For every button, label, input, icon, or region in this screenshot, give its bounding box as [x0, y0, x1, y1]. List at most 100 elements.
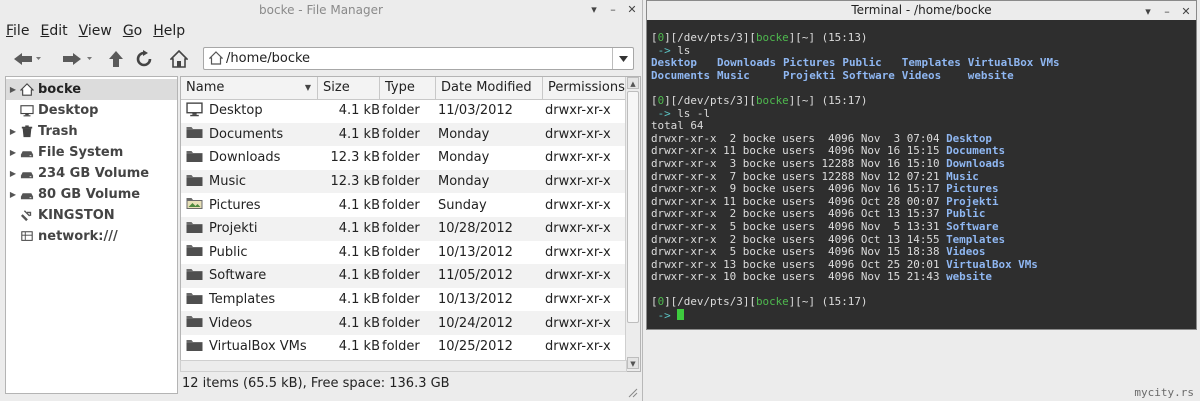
- expander-arrow-icon[interactable]: ▶: [7, 127, 19, 136]
- expander-arrow-icon[interactable]: ▶: [7, 148, 19, 157]
- file-icon: [185, 172, 204, 192]
- home-icon: [20, 83, 34, 96]
- window-menu-icon[interactable]: ▾: [1142, 2, 1154, 21]
- status-bar: 12 items (65.5 kB), Free space: 136.3 GB: [182, 376, 450, 391]
- reload-button[interactable]: [133, 47, 155, 71]
- terminal-title: Terminal - /home/bocke: [851, 3, 992, 17]
- window-titlebar[interactable]: bocke - File Manager ▾ – ✕: [0, 0, 642, 20]
- sidebar-item-bocke[interactable]: ▶ bocke: [6, 79, 177, 100]
- expander-arrow-icon[interactable]: ▶: [7, 190, 19, 199]
- sidebar-item-network[interactable]: network:///: [6, 226, 177, 247]
- usb-icon: [20, 210, 32, 222]
- file-permissions: drwxr-xr-x: [545, 174, 611, 190]
- folder-icon: [186, 174, 203, 186]
- vertical-scrollbar[interactable]: ▲ ▼: [625, 77, 640, 371]
- file-date: Sunday: [438, 197, 487, 213]
- expander-arrow-icon[interactable]: ▶: [7, 85, 19, 94]
- address-dropdown-button[interactable]: [612, 48, 633, 69]
- entry-meta: drwxr-xr-x 11 bocke users 4096 Nov 16 15…: [651, 144, 940, 158]
- prompt-bracket: ]: [808, 295, 822, 309]
- file-row[interactable]: Public 4.1 kB folder 10/13/2012 drwxr-xr-x: [181, 241, 626, 265]
- minimize-icon[interactable]: –: [607, 0, 619, 20]
- up-button[interactable]: [106, 47, 126, 71]
- menu-edit[interactable]: Edit: [40, 23, 67, 39]
- scroll-up-icon[interactable]: ▲: [627, 77, 639, 89]
- horizontal-scrollbar[interactable]: [180, 360, 627, 372]
- sidebar-item-234-gb-volume[interactable]: ▶ 234 GB Volume: [6, 163, 177, 184]
- sidebar-item-file-system[interactable]: ▶ File System: [6, 142, 177, 163]
- column-header-type[interactable]: Type: [380, 77, 436, 99]
- file-row[interactable]: Downloads 12.3 kB folder Monday drwxr-xr-x: [181, 146, 626, 170]
- sidebar-item-80-gb-volume[interactable]: ▶ 80 GB Volume: [6, 184, 177, 205]
- file-row[interactable]: Music 12.3 kB folder Monday drwxr-xr-x: [181, 169, 626, 194]
- folder-icon: [186, 268, 203, 280]
- window-menu-icon[interactable]: ▾: [588, 0, 600, 20]
- expander-arrow-icon[interactable]: ▶: [7, 169, 19, 178]
- address-bar[interactable]: /home/bocke: [203, 47, 634, 70]
- file-row[interactable]: Projekti 4.1 kB folder 10/28/2012 drwxr-xr-x: [181, 217, 626, 241]
- places-sidebar: ▶ bocke Desktop ▶ Trash ▶ File System ▶ 234 GB V…: [5, 76, 178, 394]
- minimize-icon[interactable]: –: [1161, 2, 1173, 21]
- dir-name: Documents: [946, 144, 1006, 158]
- file-permissions: drwxr-xr-x: [545, 150, 611, 166]
- folder-icon: [186, 127, 203, 139]
- home-button[interactable]: [168, 47, 190, 71]
- sidebar-item-trash[interactable]: ▶ Trash: [6, 121, 177, 142]
- terminal-window: Terminal - /home/bocke ▾ – ✕ [0][/dev/pt…: [646, 0, 1197, 330]
- menu-go[interactable]: Go: [123, 23, 142, 39]
- column-header-permissions[interactable]: Permissions: [543, 77, 626, 99]
- column-header-size[interactable]: Size: [318, 77, 380, 99]
- forward-arrow-icon: [63, 53, 92, 65]
- close-icon[interactable]: ✕: [1180, 2, 1192, 21]
- file-name: Software: [209, 268, 267, 284]
- file-list-view: Name ▼ Size Type Date Modified Permissions De…: [180, 76, 641, 372]
- file-type: folder: [382, 339, 420, 355]
- terminal-output[interactable]: [0][/dev/pts/3][bocke][~] (15:13) -> ls D…: [651, 31, 1067, 322]
- file-permissions: drwxr-xr-x: [545, 221, 611, 237]
- ls-output-line: Documents Music Projekti Software Videos webs…: [651, 68, 1067, 83]
- file-row[interactable]: Templates 4.1 kB folder 10/13/2012 drwxr-xr-…: [181, 288, 626, 312]
- resize-grip-icon[interactable]: [626, 386, 638, 398]
- sidebar-icon: [19, 188, 35, 202]
- file-row[interactable]: VirtualBox VMs 4.1 kB folder 10/25/2012 drwx…: [181, 335, 626, 359]
- scroll-down-icon[interactable]: ▼: [627, 357, 639, 369]
- dir-name: Music: [946, 169, 979, 183]
- sidebar-item-kingston[interactable]: KINGSTON: [6, 205, 177, 226]
- file-type: folder: [382, 197, 420, 213]
- folder-icon: [186, 245, 203, 257]
- column-header-name[interactable]: Name ▼: [181, 77, 318, 99]
- file-size: 4.1 kB: [338, 268, 380, 284]
- file-row[interactable]: Videos 4.1 kB folder 10/24/2012 drwxr-xr-x: [181, 311, 626, 335]
- dir-name: Music: [717, 68, 750, 82]
- dir-name: Public: [842, 56, 882, 70]
- menu-view[interactable]: View: [79, 23, 112, 39]
- terminal-titlebar[interactable]: Terminal - /home/bocke ▾ – ✕: [647, 1, 1196, 20]
- sidebar-item-desktop[interactable]: Desktop: [6, 100, 177, 121]
- file-row[interactable]: Desktop 4.1 kB folder 11/03/2012 drwxr-xr-x: [181, 99, 626, 123]
- prompt-bracket: ][: [664, 93, 678, 107]
- file-manager-window: bocke - File Manager ▾ – ✕ File Edit View G…: [0, 0, 643, 401]
- forward-button[interactable]: [56, 47, 96, 71]
- file-row[interactable]: Software 4.1 kB folder 11/05/2012 drwxr-xr-x: [181, 264, 626, 288]
- close-icon[interactable]: ✕: [626, 0, 638, 20]
- file-row[interactable]: Pictures 4.1 kB folder Sunday drwxr-xr-x: [181, 193, 626, 217]
- dir-name: Downloads: [946, 156, 1006, 170]
- back-button[interactable]: [8, 47, 46, 71]
- file-name: Desktop: [209, 103, 263, 119]
- menu-file[interactable]: File: [6, 23, 29, 39]
- sidebar-item-label: KINGSTON: [38, 208, 115, 223]
- file-name: Templates: [209, 292, 276, 308]
- file-permissions: drwxr-xr-x: [545, 244, 611, 260]
- up-arrow-icon: [109, 51, 123, 67]
- scroll-thumb[interactable]: [627, 91, 639, 323]
- file-type: folder: [382, 268, 420, 284]
- menu-help[interactable]: Help: [153, 23, 185, 39]
- file-row[interactable]: Documents 4.1 kB folder Monday drwxr-xr-x: [181, 122, 626, 147]
- prompt-bracket: ][: [742, 295, 756, 309]
- entry-meta: drwxr-xr-x 3 bocke users 12288 Nov 16 15…: [651, 156, 940, 170]
- prompt-time: (15:13): [821, 31, 868, 44]
- column-header-date-modified[interactable]: Date Modified: [436, 77, 543, 99]
- entry-meta: drwxr-xr-x 2 bocke users 4096 Oct 13 15:…: [651, 207, 940, 221]
- sidebar-icon: [19, 146, 35, 160]
- file-size: 4.1 kB: [338, 292, 380, 308]
